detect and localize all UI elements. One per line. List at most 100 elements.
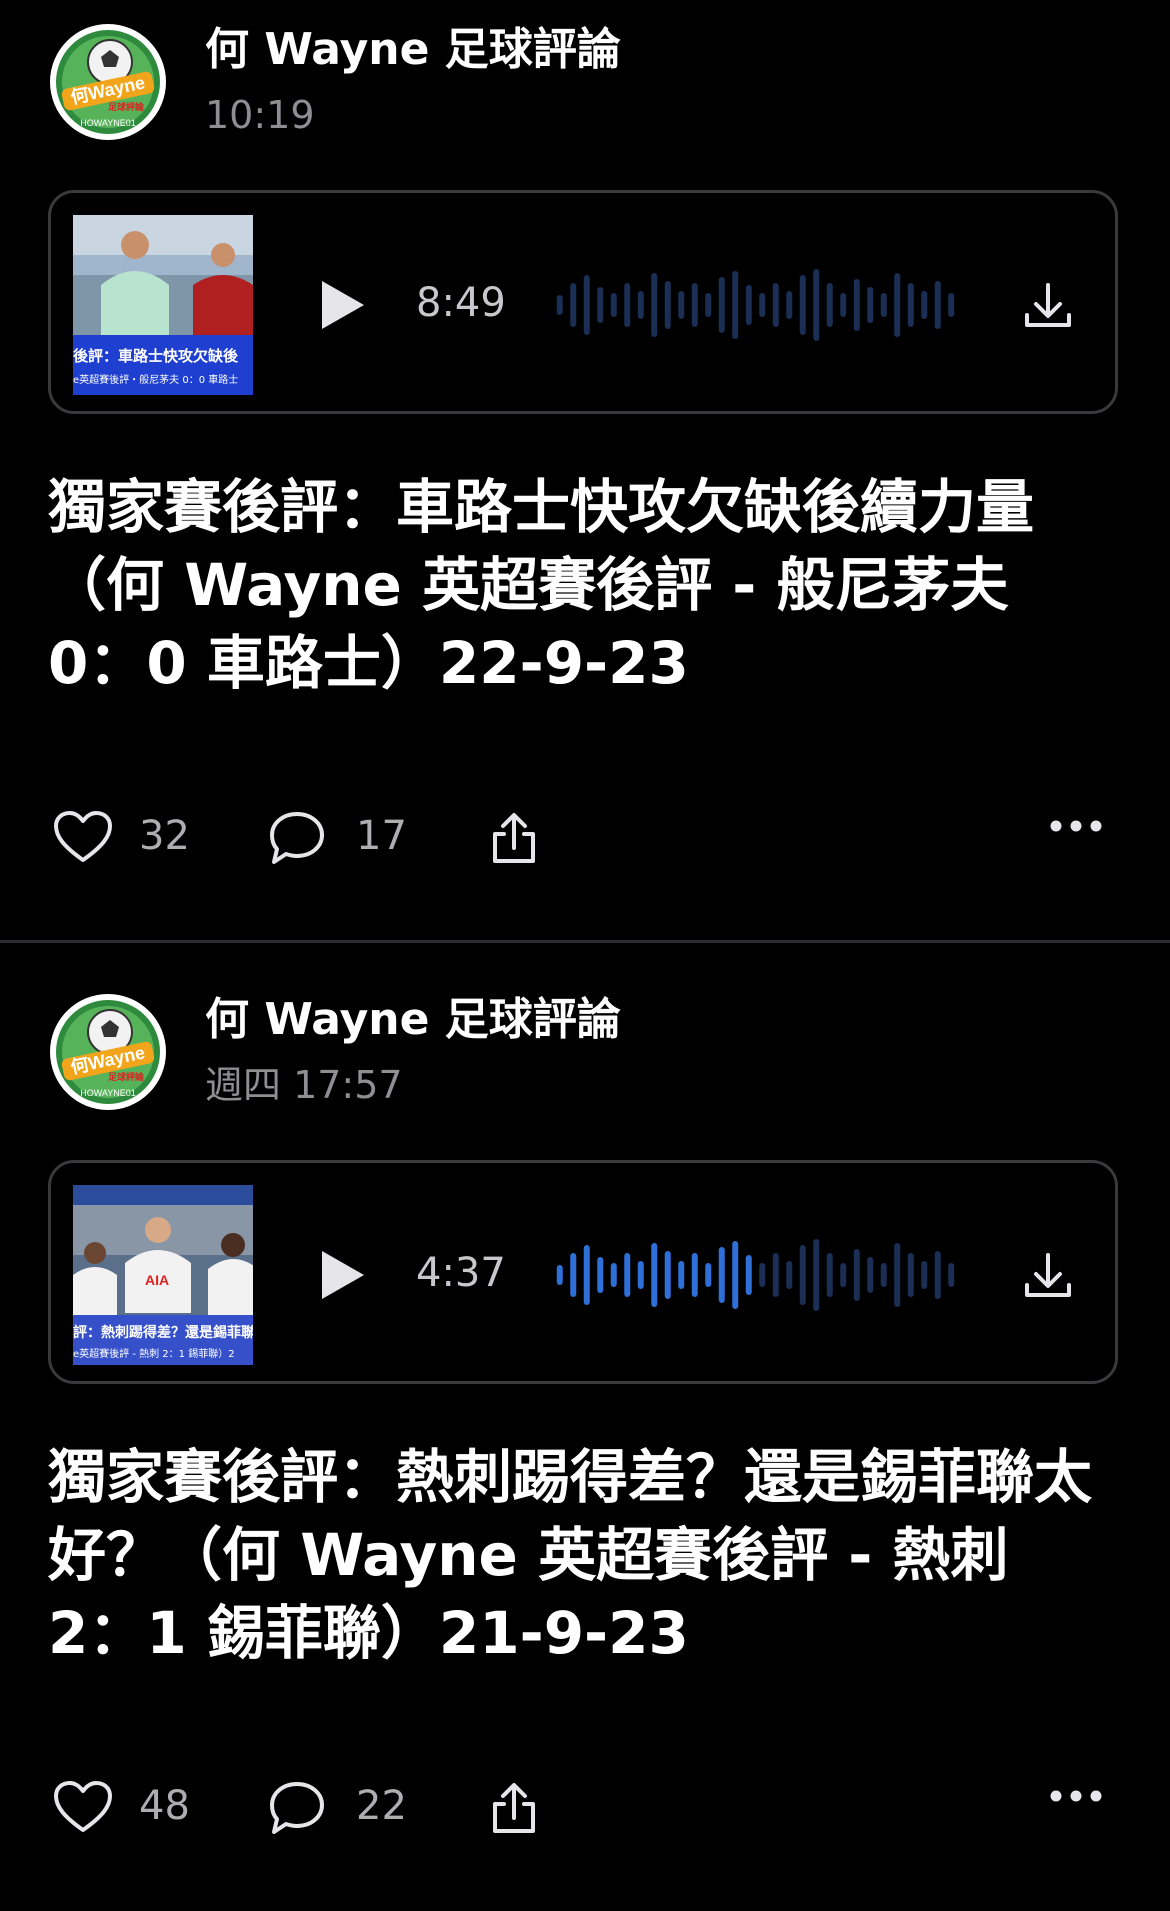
post-divider (0, 940, 1170, 943)
waveform-bar (732, 1241, 739, 1309)
waveform-bar (894, 1243, 901, 1307)
waveform-bar (934, 1251, 941, 1299)
play-button[interactable] (319, 278, 367, 332)
waveform-bar (556, 295, 563, 315)
share-button[interactable] (486, 806, 542, 866)
waveform-bar (840, 293, 847, 317)
more-options-button[interactable] (1048, 812, 1104, 872)
like-button[interactable]: 48 (53, 1776, 203, 1836)
post-actions: 32 17 (0, 800, 1170, 870)
download-button[interactable] (1021, 279, 1075, 333)
post-timestamp: 10:19 (205, 93, 315, 137)
download-button[interactable] (1021, 1249, 1075, 1303)
download-icon (1025, 283, 1071, 327)
thumbnail-subcaption: e英超賽後評・般尼茅夫 0：0 車路士 (73, 373, 238, 386)
share-button[interactable] (486, 1776, 542, 1836)
audio-waveform[interactable] (553, 265, 958, 345)
waveform-bar (732, 271, 739, 339)
post: 何Wayne 足球評論 HOWAYNE01 何 Wayne 足球評論 週四 17… (0, 970, 1170, 1910)
waveform-bar (934, 281, 941, 329)
like-count: 32 (139, 813, 190, 859)
thumbnail-subcaption: e英超賽後評 - 熱刺 2：1 錫菲聯）2 (73, 1347, 235, 1360)
waveform-bar (745, 285, 752, 325)
audio-thumbnail: AIA 評：熱刺踢得差？還是錫菲聯 e英超賽後評 - 熱刺 2：1 錫菲聯）2 (73, 1185, 253, 1365)
waveform-bar (597, 1257, 604, 1293)
waveform-bar (570, 283, 577, 327)
waveform-bar (583, 275, 590, 335)
waveform-bar (664, 281, 671, 329)
waveform-bar (718, 1247, 725, 1303)
waveform-bar (921, 1261, 928, 1289)
waveform-bar (921, 291, 928, 319)
reply-button[interactable]: 22 (268, 1776, 418, 1836)
waveform-bar (853, 279, 860, 331)
heart-icon (54, 1781, 112, 1832)
waveform-bar (718, 277, 725, 333)
waveform-bar (948, 293, 955, 317)
waveform-bar (799, 275, 806, 335)
waveform-bar (745, 1255, 752, 1295)
heart-icon (54, 811, 112, 862)
audio-player[interactable]: 後評：車路士快攻欠缺後 e英超賽後評・般尼茅夫 0：0 車路士 8:49 (48, 190, 1118, 414)
waveform-bar (759, 1263, 766, 1287)
waveform-bar (772, 283, 779, 327)
waveform-bar (651, 273, 658, 337)
avatar[interactable]: 何Wayne 足球評論 HOWAYNE01 (48, 22, 168, 142)
waveform-bar (597, 287, 604, 323)
waveform-bar (840, 1263, 847, 1287)
waveform-bar (813, 1239, 820, 1311)
waveform-bar (705, 293, 712, 317)
share-icon (493, 813, 535, 863)
avatar[interactable]: 何Wayne 足球評論 HOWAYNE01 (48, 992, 168, 1112)
waveform-bar (826, 283, 833, 327)
waveform-bar (867, 1257, 874, 1293)
reply-count: 22 (356, 1783, 407, 1829)
play-icon (322, 1251, 364, 1299)
avatar-logo: 何Wayne 足球評論 HOWAYNE01 (50, 994, 166, 1110)
waveform-bar (907, 283, 914, 327)
post: 何Wayne 足球評論 HOWAYNE01 何 Wayne 足球評論 10:19… (0, 0, 1170, 943)
post-text: 獨家賽後評：熱刺踢得差？還是錫菲聯太好？（何 Wayne 英超賽後評 - 熱刺 … (48, 1443, 1093, 1667)
avatar-logo-handle: HOWAYNE01 (80, 118, 136, 128)
more-icon (1050, 1790, 1102, 1802)
post-actions: 48 22 (0, 1770, 1170, 1840)
avatar-logo-subtitle: 足球評論 (108, 1071, 145, 1083)
waveform-bar (705, 1263, 712, 1287)
waveform-bar (786, 291, 793, 319)
waveform-bar (880, 1263, 887, 1287)
waveform-bar (772, 1253, 779, 1297)
waveform-bar (799, 1245, 806, 1305)
waveform-bar (556, 1265, 563, 1285)
waveform-bar (786, 1261, 793, 1289)
reply-bubble-icon (270, 1782, 324, 1834)
author-name[interactable]: 何 Wayne 足球評論 (205, 990, 621, 1050)
audio-waveform[interactable] (553, 1235, 958, 1315)
reply-button[interactable]: 17 (268, 806, 418, 866)
waveform-bar (678, 291, 685, 319)
post-timestamp: 週四 17:57 (205, 1063, 403, 1107)
waveform-bar (691, 283, 698, 327)
waveform-bar (637, 291, 644, 319)
waveform-bar (624, 283, 631, 327)
waveform-bar (826, 1253, 833, 1297)
play-button[interactable] (319, 1248, 367, 1302)
more-icon (1050, 820, 1102, 832)
thumbnail-caption: 後評：車路士快攻欠缺後 (73, 347, 239, 365)
waveform-bar (583, 1245, 590, 1305)
author-name[interactable]: 何 Wayne 足球評論 (205, 20, 621, 80)
waveform-bar (637, 1261, 644, 1289)
audio-duration: 4:37 (416, 1250, 506, 1296)
waveform-bar (691, 1253, 698, 1297)
audio-player[interactable]: AIA 評：熱刺踢得差？還是錫菲聯 e英超賽後評 - 熱刺 2：1 錫菲聯）2 … (48, 1160, 1118, 1384)
waveform-bar (853, 1249, 860, 1301)
more-options-button[interactable] (1048, 1782, 1104, 1842)
share-icon (493, 1783, 535, 1833)
like-count: 48 (139, 1783, 190, 1829)
download-icon (1025, 1253, 1071, 1297)
waveform-bar (678, 1261, 685, 1289)
like-button[interactable]: 32 (53, 806, 203, 866)
avatar-logo-handle: HOWAYNE01 (80, 1088, 136, 1098)
waveform-bar (651, 1243, 658, 1307)
waveform-bar (624, 1253, 631, 1297)
waveform-bar (664, 1251, 671, 1299)
